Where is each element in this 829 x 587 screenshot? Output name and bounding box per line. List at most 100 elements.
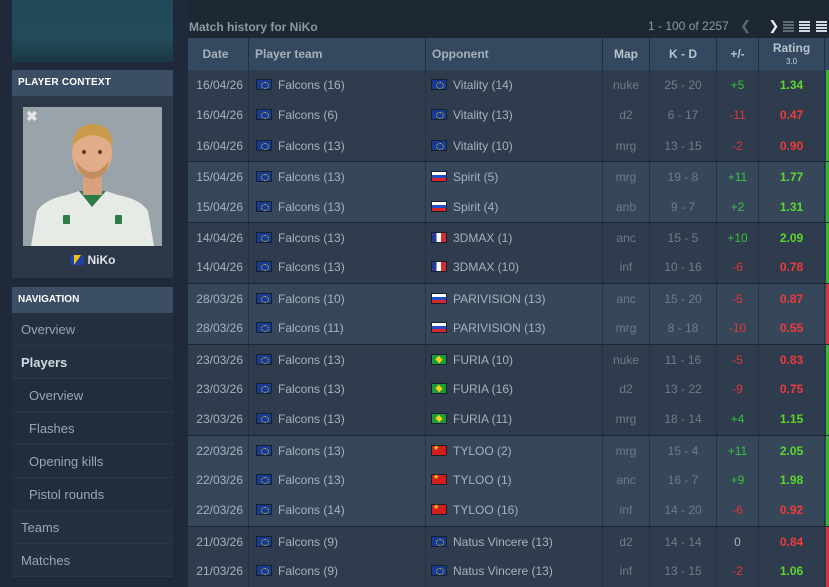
eu-flag-icon bbox=[431, 565, 447, 577]
table-row[interactable]: 21/03/26 Falcons (9) Natus Vincere (13) inf… bbox=[188, 556, 829, 587]
table-row[interactable]: 22/03/26 Falcons (13) TYLOO (2) mrg15 - 4+1… bbox=[188, 434, 829, 466]
table-row[interactable]: 16/04/26 Falcons (16) Vitality (14) nuke 25 … bbox=[188, 70, 829, 101]
cell-opponent: TYLOO (16) bbox=[426, 495, 603, 526]
opponent-name-link[interactable]: FURIA (11) bbox=[453, 412, 512, 426]
chevron-left-icon[interactable]: ❮ bbox=[740, 18, 751, 34]
opponent-name-link[interactable]: 3DMAX (10) bbox=[453, 260, 519, 274]
table-row[interactable]: 22/03/26 Falcons (13) TYLOO (1) anc16 - 7+9… bbox=[188, 465, 829, 496]
eu-flag-icon bbox=[256, 79, 272, 90]
table-row[interactable]: 16/04/26 Falcons (6) Vitality (13) d2 6 - 17… bbox=[188, 100, 829, 131]
table-row[interactable]: 16/04/26 Falcons (13) Vitality (10) mrg 13 -… bbox=[188, 130, 829, 162]
team-name-link[interactable]: Falcons (6) bbox=[278, 108, 338, 122]
cell-diff: -11 bbox=[717, 100, 759, 131]
detailed-view-icon[interactable] bbox=[815, 21, 827, 33]
team-name-link[interactable]: Falcons (13) bbox=[278, 444, 345, 458]
team-name-link[interactable]: Falcons (10) bbox=[278, 292, 345, 306]
team-name-link[interactable]: Falcons (13) bbox=[278, 170, 345, 184]
opponent-name-link[interactable]: Vitality (13) bbox=[453, 108, 513, 122]
main-content: Match history for NiKo 1 - 100 of 2257 ❮… bbox=[188, 0, 829, 587]
team-name-link[interactable]: Falcons (13) bbox=[278, 473, 345, 487]
team-name-link[interactable]: Falcons (13) bbox=[278, 382, 345, 396]
cell-player-team: Falcons (13) bbox=[249, 435, 426, 466]
team-name-link[interactable]: Falcons (14) bbox=[278, 503, 345, 517]
header-diff[interactable]: +/- bbox=[717, 38, 759, 70]
team-name-link[interactable]: Falcons (13) bbox=[278, 260, 345, 274]
cell-kd: 16 - 7 bbox=[650, 465, 717, 496]
list-view-icon[interactable] bbox=[799, 21, 811, 33]
opponent-name-link[interactable]: PARIVISION (13) bbox=[453, 292, 545, 306]
opponent-name-link[interactable]: Vitality (10) bbox=[453, 139, 513, 153]
table-row[interactable]: 15/04/26 Falcons (13) Spirit (5) mrg 19 - 8 +… bbox=[188, 161, 829, 192]
cell-kd: 19 - 8 bbox=[650, 162, 717, 192]
header-rating[interactable]: Rating 3.0 bbox=[759, 38, 825, 70]
cell-rating: 1.06 bbox=[759, 556, 825, 587]
cell-rating: 1.15 bbox=[759, 404, 825, 435]
close-icon[interactable]: ✖ bbox=[26, 108, 38, 125]
cell-kd: 15 - 4 bbox=[650, 435, 717, 466]
nav-item-pistol-rounds[interactable]: Pistol rounds bbox=[12, 478, 173, 511]
opponent-name-link[interactable]: 3DMAX (1) bbox=[453, 231, 512, 245]
header-date[interactable]: Date bbox=[188, 38, 249, 70]
cell-date: 22/03/26 bbox=[188, 435, 249, 466]
opponent-name-link[interactable]: TYLOO (16) bbox=[453, 503, 518, 517]
team-name-link[interactable]: Falcons (16) bbox=[278, 78, 345, 92]
table-row[interactable]: 15/04/26 Falcons (13) Spirit (4) anb 9 - 7 +2… bbox=[188, 191, 829, 222]
br-flag-icon bbox=[431, 382, 447, 394]
cell-opponent: Vitality (14) bbox=[426, 70, 603, 101]
cell-map: inf bbox=[603, 252, 650, 283]
team-name-link[interactable]: Falcons (13) bbox=[278, 353, 345, 367]
nav-item-players-overview[interactable]: Overview bbox=[12, 379, 173, 412]
table-row[interactable]: 23/03/26 Falcons (13) FURIA (11) mrg 18 - 14… bbox=[188, 404, 829, 435]
opponent-name-link[interactable]: TYLOO (2) bbox=[453, 444, 512, 458]
cell-diff: +11 bbox=[717, 435, 759, 466]
table-row[interactable]: 28/03/26 Falcons (11) PARIVISION (13) mrg 8 … bbox=[188, 313, 829, 344]
opponent-name-link[interactable]: Natus Vincere (13) bbox=[453, 535, 553, 549]
nav-item-flashes[interactable]: Flashes bbox=[12, 412, 173, 445]
br-flag-icon bbox=[431, 413, 447, 425]
sidebar: PLAYER CONTEXT ✖ NiKo NAVIGATION Overvie… bbox=[0, 0, 188, 587]
table-row[interactable]: 22/03/26 Falcons (14) TYLOO (16) inf14 - 20… bbox=[188, 495, 829, 526]
nav-item-teams[interactable]: Teams bbox=[12, 511, 173, 544]
table-row[interactable]: 14/04/26 Falcons (13) 3DMAX (1) anc 15 - 5 +1… bbox=[188, 221, 829, 253]
header-player-team[interactable]: Player team bbox=[249, 38, 426, 70]
fr-flag-icon bbox=[431, 231, 447, 243]
br-flag-icon bbox=[431, 353, 447, 365]
cell-player-team: Falcons (13) bbox=[249, 252, 426, 283]
cell-player-team: Falcons (13) bbox=[249, 162, 426, 192]
opponent-name-link[interactable]: Spirit (5) bbox=[453, 170, 498, 184]
cell-rating: 0.47 bbox=[759, 100, 825, 131]
team-name-link[interactable]: Falcons (13) bbox=[278, 412, 345, 426]
opponent-name-link[interactable]: FURIA (10) bbox=[453, 353, 513, 367]
nav-item-matches[interactable]: Matches bbox=[12, 544, 173, 577]
header-map[interactable]: Map bbox=[603, 38, 650, 70]
player-name[interactable]: NiKo bbox=[88, 253, 116, 267]
ru-flag-icon bbox=[431, 322, 447, 334]
team-name-link[interactable]: Falcons (13) bbox=[278, 139, 345, 153]
opponent-name-link[interactable]: Spirit (4) bbox=[453, 200, 498, 214]
table-row[interactable]: 28/03/26 Falcons (10) PARIVISION (13) anc 15… bbox=[188, 282, 829, 314]
opponent-name-link[interactable]: TYLOO (1) bbox=[453, 473, 512, 487]
table-row[interactable]: 23/03/26 Falcons (13) FURIA (10) nuke 11 - 1… bbox=[188, 343, 829, 374]
nav-item-players[interactable]: Players bbox=[12, 346, 173, 379]
nav-item-opening-kills[interactable]: Opening kills bbox=[12, 445, 173, 478]
team-name-link[interactable]: Falcons (13) bbox=[278, 200, 345, 214]
opponent-name-link[interactable]: FURIA (16) bbox=[453, 382, 513, 396]
team-name-link[interactable]: Falcons (9) bbox=[278, 564, 338, 578]
cell-diff: +5 bbox=[717, 70, 759, 101]
opponent-name-link[interactable]: Vitality (14) bbox=[453, 78, 513, 92]
chevron-right-icon[interactable]: ❯ bbox=[768, 18, 779, 34]
cell-player-team: Falcons (13) bbox=[249, 191, 426, 222]
eu-flag-icon bbox=[256, 139, 272, 151]
opponent-name-link[interactable]: PARIVISION (13) bbox=[453, 321, 545, 335]
header-opponent[interactable]: Opponent bbox=[426, 38, 603, 70]
team-name-link[interactable]: Falcons (9) bbox=[278, 535, 338, 549]
team-name-link[interactable]: Falcons (11) bbox=[278, 321, 344, 335]
compact-view-icon[interactable] bbox=[783, 21, 794, 33]
table-row[interactable]: 23/03/26 Falcons (13) FURIA (16) d2 13 - 22-… bbox=[188, 373, 829, 405]
team-name-link[interactable]: Falcons (13) bbox=[278, 231, 345, 245]
table-row[interactable]: 21/03/26 Falcons (9) Natus Vincere (13) d2 1… bbox=[188, 525, 829, 557]
opponent-name-link[interactable]: Natus Vincere (13) bbox=[453, 564, 553, 578]
nav-item-overview[interactable]: Overview bbox=[12, 313, 173, 346]
header-kd[interactable]: K - D bbox=[650, 38, 717, 70]
table-row[interactable]: 14/04/26 Falcons (13) 3DMAX (10) inf 10 - 16… bbox=[188, 252, 829, 283]
